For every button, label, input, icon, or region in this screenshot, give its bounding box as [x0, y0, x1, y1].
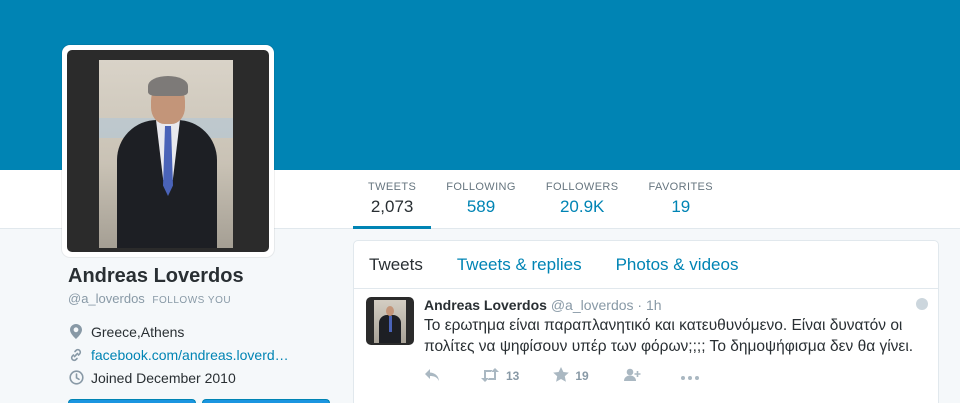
favorite-count: 19: [575, 369, 589, 383]
stat-tweets[interactable]: TWEETS 2,073: [353, 170, 432, 229]
stat-label: TWEETS: [368, 181, 417, 193]
profile-joined: Joined December 2010: [68, 366, 338, 389]
profile-avatar[interactable]: [62, 45, 274, 257]
tweet-author-name[interactable]: Andreas Loverdos: [424, 297, 547, 313]
profile-card: Andreas Loverdos @a_loverdos FOLLOWS YOU…: [68, 265, 338, 389]
tab-tweets-replies[interactable]: Tweets & replies: [457, 255, 582, 275]
profile-meta: Greece,Athens facebook.com/andreas.lover…: [68, 320, 338, 389]
message-button[interactable]: [202, 399, 330, 403]
caret-icon[interactable]: [916, 298, 928, 310]
tweet-header: Andreas Loverdos @a_loverdos · 1h: [424, 297, 926, 313]
timeline-panel: Tweets Tweets & replies Photos & videos …: [353, 240, 939, 403]
tab-photos-videos[interactable]: Photos & videos: [616, 255, 739, 275]
tweet-actions: 13 19: [424, 367, 926, 385]
follow-from-tweet-button[interactable]: [623, 368, 647, 385]
stat-value: 2,073: [370, 197, 414, 216]
location-pin-icon: [68, 324, 84, 340]
follow-button[interactable]: [68, 399, 196, 403]
profile-handle[interactable]: @a_loverdos: [68, 291, 145, 306]
more-button[interactable]: [680, 369, 705, 383]
website-link[interactable]: facebook.com/andreas.loverd…: [91, 347, 289, 363]
reply-icon: [424, 368, 446, 385]
location-text: Greece,Athens: [91, 323, 185, 340]
tweet-timestamp[interactable]: · 1h: [637, 297, 661, 313]
tweet-text: Το ερωτημα είναι παραπλανητικό και κατευ…: [424, 317, 914, 355]
reply-button[interactable]: [424, 368, 446, 385]
profile-name[interactable]: Andreas Loverdos: [68, 265, 338, 288]
follows-you-badge: FOLLOWS YOU: [152, 295, 232, 306]
tweet-author-handle[interactable]: @a_loverdos: [551, 297, 634, 313]
tab-tweets[interactable]: Tweets: [369, 255, 423, 275]
profile-handle-row: @a_loverdos FOLLOWS YOU: [68, 291, 338, 306]
profile-page: TWEETS 2,073 FOLLOWING 589 FOLLOWERS 20.…: [0, 0, 960, 403]
profile-website: facebook.com/andreas.loverd…: [68, 343, 338, 366]
stat-label: FOLLOWING: [446, 181, 516, 193]
stat-value: 19: [671, 197, 691, 216]
profile-location: Greece,Athens: [68, 320, 338, 343]
star-icon: [553, 367, 575, 385]
retweet-count: 13: [506, 369, 520, 383]
stat-favorites[interactable]: FAVORITES 19: [634, 170, 729, 229]
link-icon: [68, 347, 84, 363]
stat-label: FOLLOWERS: [545, 181, 619, 193]
retweet-button[interactable]: 13: [480, 367, 520, 385]
stat-followers[interactable]: FOLLOWERS 20.9K: [531, 170, 634, 229]
more-icon: [680, 369, 705, 383]
joined-text: Joined December 2010: [91, 369, 236, 386]
timeline-tabs: Tweets Tweets & replies Photos & videos: [354, 241, 938, 289]
follow-plus-icon: [623, 368, 647, 385]
stat-value: 20.9K: [559, 197, 605, 216]
tweet-item[interactable]: Andreas Loverdos @a_loverdos · 1h Το ερω…: [354, 289, 938, 385]
retweet-icon: [480, 367, 506, 385]
avatar-photo: [67, 50, 269, 252]
profile-stats: TWEETS 2,073 FOLLOWING 589 FOLLOWERS 20.…: [353, 170, 728, 229]
favorite-button[interactable]: 19: [553, 367, 589, 385]
stat-following[interactable]: FOLLOWING 589: [431, 170, 531, 229]
tweet-avatar[interactable]: [366, 297, 414, 345]
avatar-portrait: [99, 60, 233, 248]
stat-label: FAVORITES: [648, 181, 714, 193]
profile-actions: [68, 399, 330, 403]
stat-value: 589: [466, 197, 496, 216]
calendar-clock-icon: [68, 370, 84, 386]
